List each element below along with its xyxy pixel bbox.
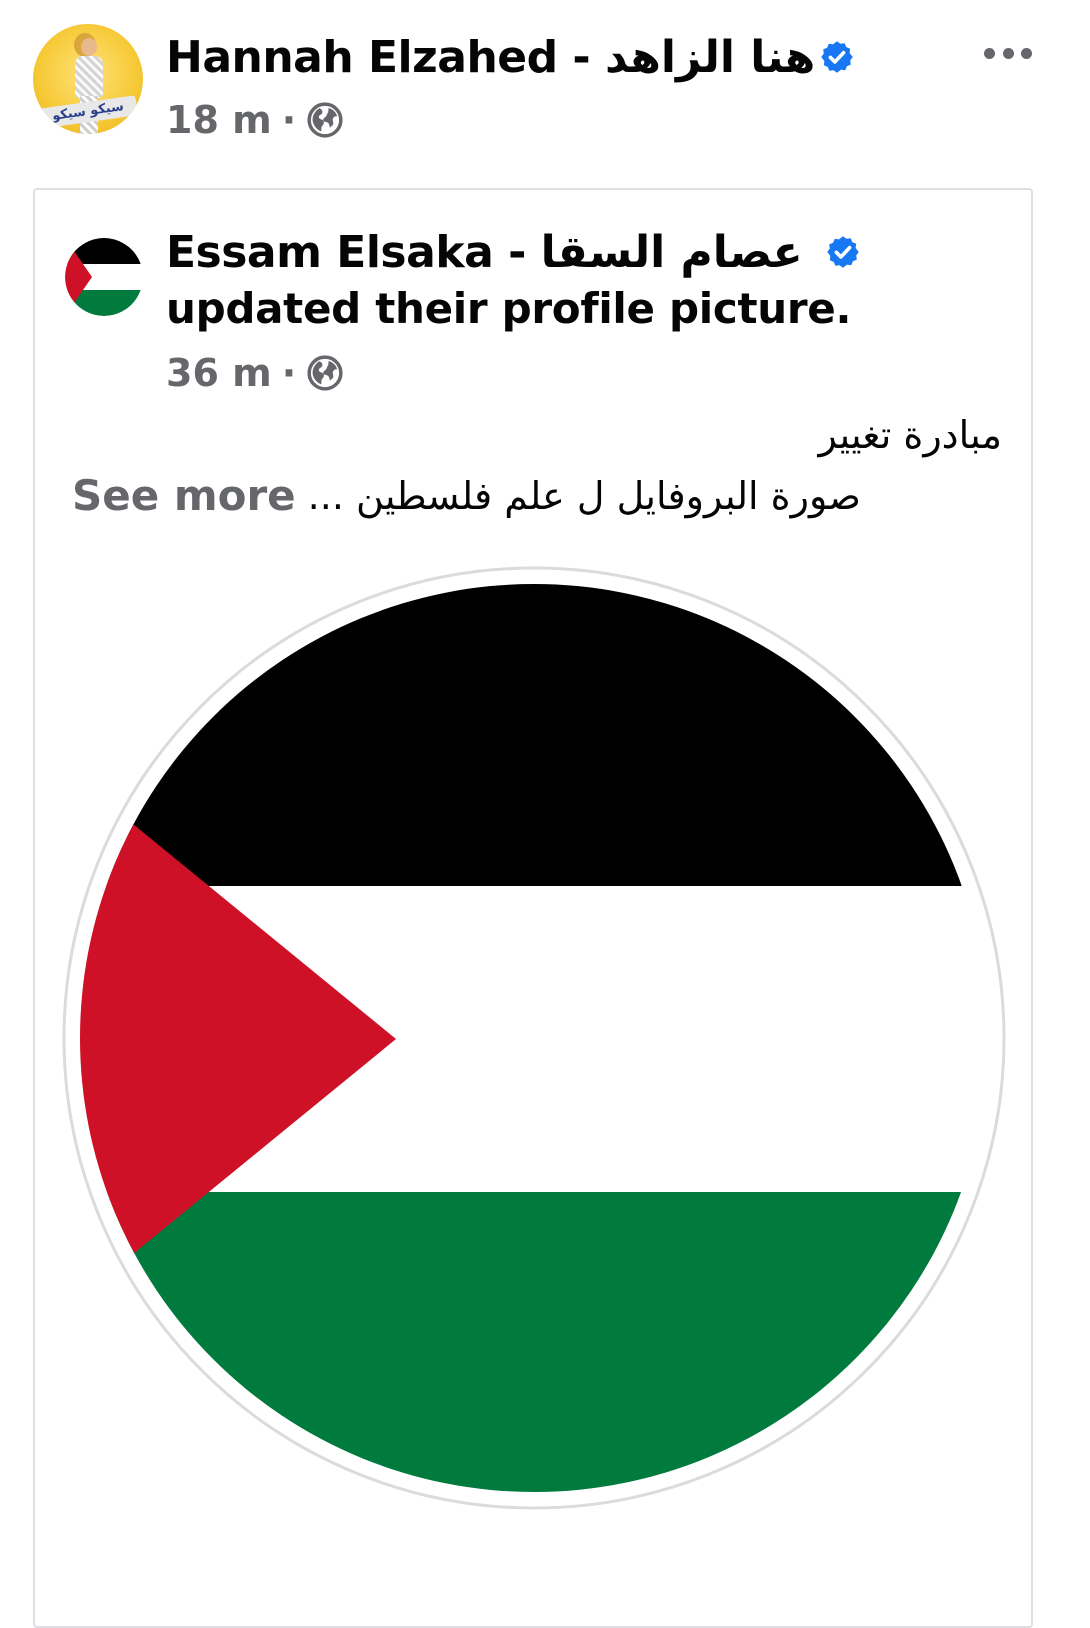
caption-line-2: See more صورة البروفايل ل علم فلسطين ... xyxy=(72,466,978,526)
meta-separator: · xyxy=(281,98,297,142)
shared-author-line: Essam Elsaka - عصام السقا xyxy=(166,226,861,278)
shared-author-avatar[interactable] xyxy=(65,238,143,316)
verified-badge-icon xyxy=(827,236,859,268)
post-timestamp[interactable]: 18 m xyxy=(166,98,272,142)
avatar-figure-body xyxy=(75,56,103,98)
more-options-button[interactable] xyxy=(984,38,1032,68)
more-dot xyxy=(1002,47,1014,59)
caption-line-1: مبادرة تغيير xyxy=(818,413,1002,457)
more-dot xyxy=(1021,47,1032,59)
meta-separator: · xyxy=(281,351,297,395)
shared-action-text: updated their profile picture. xyxy=(166,284,852,333)
author-avatar[interactable]: سيكو سيكو xyxy=(33,24,143,134)
more-dot xyxy=(984,47,995,59)
palestine-flag-image xyxy=(62,566,1006,1510)
post-author-name[interactable]: Hannah Elzahed - هنا الزاهد xyxy=(166,32,816,83)
caption-line-2-text: صورة البروفايل ل علم فلسطين ... xyxy=(307,474,861,518)
globe-icon[interactable] xyxy=(306,101,344,139)
post-meta: 18 m · xyxy=(166,96,344,144)
shared-timestamp[interactable]: 36 m xyxy=(166,351,272,395)
avatar-figure-head xyxy=(81,38,97,56)
globe-icon[interactable] xyxy=(306,354,344,392)
see-more-link[interactable]: See more xyxy=(72,466,296,526)
post-author-line: Hannah Elzahed - هنا الزاهد xyxy=(166,28,855,86)
verified-badge-icon xyxy=(821,41,854,73)
shared-meta: 36 m · xyxy=(166,348,344,398)
palestine-flag-avatar xyxy=(65,238,143,316)
profile-picture-image[interactable] xyxy=(62,566,1006,1510)
shared-author-name[interactable]: Essam Elsaka - عصام السقا xyxy=(166,227,803,278)
